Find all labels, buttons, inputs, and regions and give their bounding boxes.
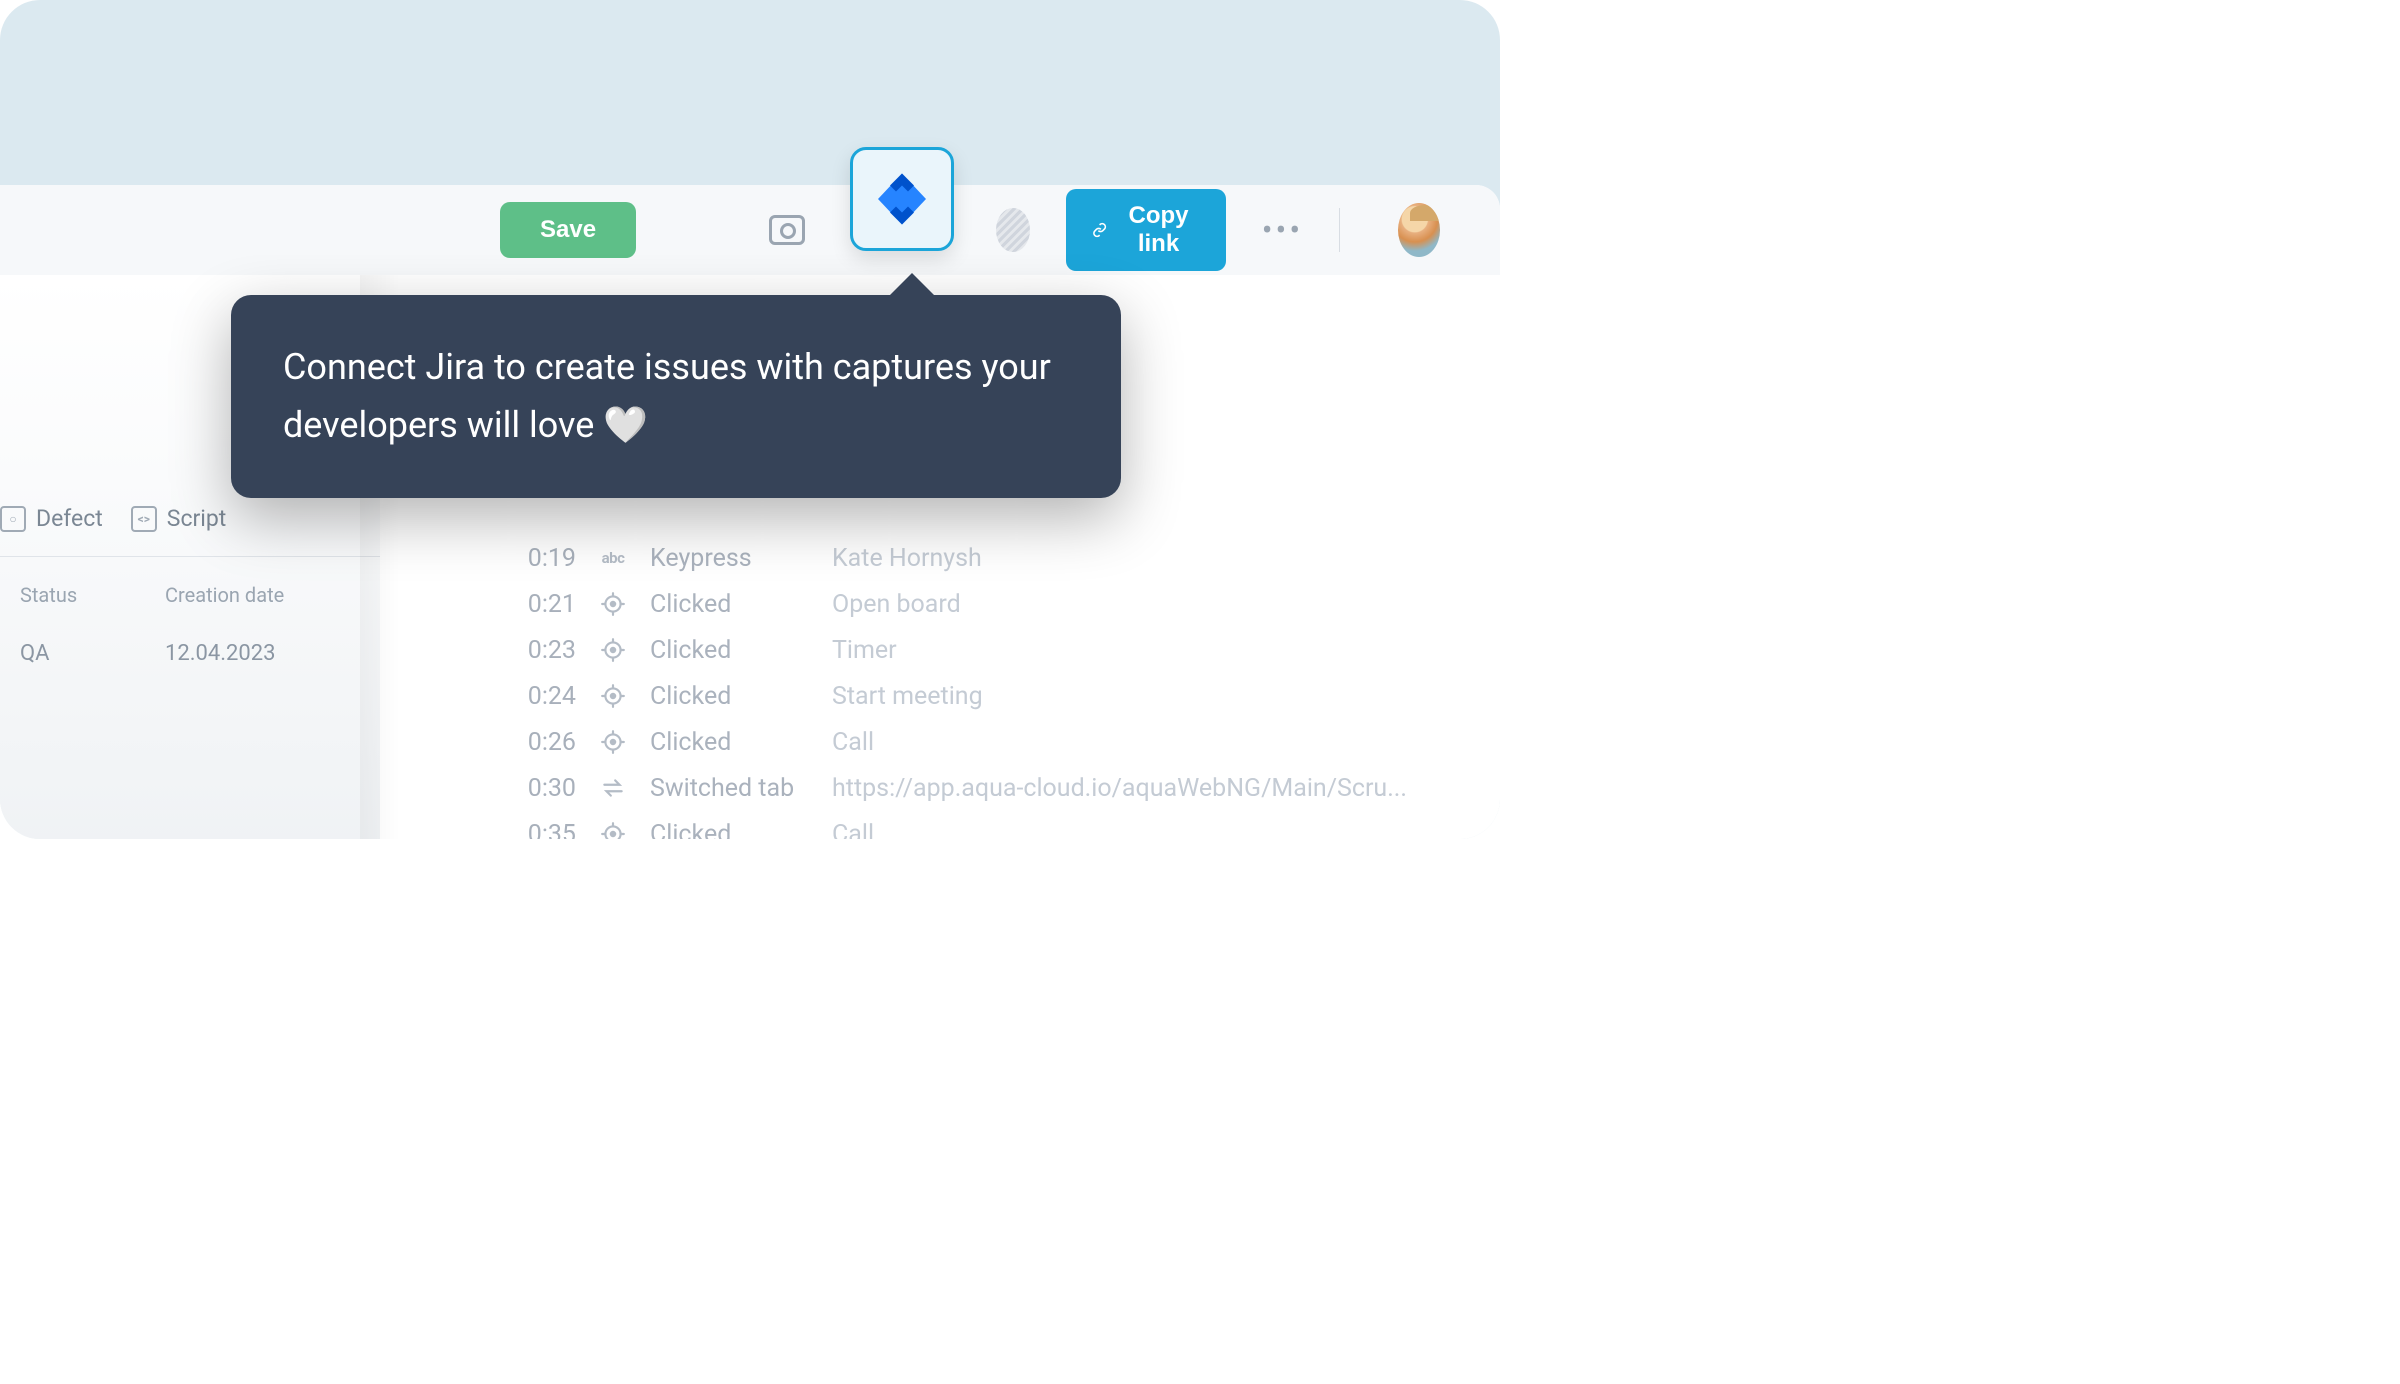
copy-link-button[interactable]: Copy link	[1066, 189, 1226, 271]
toolbar-divider	[1339, 208, 1340, 252]
activity-type: Clicked	[650, 728, 810, 757]
activity-type: Keypress	[650, 544, 810, 573]
click-icon	[598, 681, 628, 711]
tab-script[interactable]: <> Script	[131, 505, 227, 532]
activity-time: 0:21	[520, 590, 576, 619]
activity-row[interactable]: 0:30 Switched tab https://app.aqua-cloud.i…	[520, 765, 1472, 811]
defect-icon: ○	[0, 506, 26, 532]
app-window: Save Copy link •••	[0, 185, 1500, 839]
linear-button[interactable]	[996, 208, 1030, 252]
click-icon	[598, 635, 628, 665]
abc-icon: abc	[598, 543, 628, 573]
activity-row[interactable]: 0:24 Clicked Start meeting	[520, 673, 1472, 719]
tab-label: Defect	[36, 505, 103, 532]
jira-button[interactable]	[850, 147, 954, 251]
switch-icon	[598, 773, 628, 803]
link-icon	[1092, 220, 1107, 240]
tooltip-text: Connect Jira to create issues with captu…	[283, 346, 1051, 446]
activity-time: 0:30	[520, 774, 576, 803]
col-creation-date: Creation date	[165, 583, 310, 607]
activity-detail: Open board	[832, 590, 1472, 619]
activity-row[interactable]: 0:26 Clicked Call	[520, 719, 1472, 765]
activity-row[interactable]: 0:19 abc Keypress Kate Hornysh	[520, 535, 1472, 581]
jira-tooltip: Connect Jira to create issues with captu…	[231, 295, 1121, 498]
activity-detail: Call	[832, 820, 1472, 840]
avatar[interactable]	[1398, 203, 1440, 257]
date-cell: 12.04.2023	[165, 641, 310, 666]
outer-frame: Save Copy link •••	[0, 0, 1500, 839]
sidebar-column-headers: Status Creation date	[0, 557, 380, 627]
save-button[interactable]: Save	[500, 202, 636, 258]
more-button[interactable]: •••	[1262, 211, 1303, 249]
tab-label: Script	[167, 505, 227, 532]
activity-time: 0:19	[520, 544, 576, 573]
activity-row[interactable]: 0:35 Clicked Call	[520, 811, 1472, 839]
activity-type: Clicked	[650, 590, 810, 619]
activity-time: 0:26	[520, 728, 576, 757]
activity-detail: Timer	[832, 636, 1472, 665]
tab-defect[interactable]: ○ Defect	[0, 505, 103, 532]
activity-time: 0:35	[520, 820, 576, 840]
heart-icon: 🤍	[603, 404, 648, 446]
click-icon	[598, 727, 628, 757]
activity-detail: Kate Hornysh	[832, 544, 1472, 573]
click-icon	[598, 589, 628, 619]
copy-link-label: Copy link	[1117, 202, 1199, 258]
activity-type: Clicked	[650, 820, 810, 840]
click-icon	[598, 819, 628, 839]
toolbar: Save Copy link •••	[0, 185, 1500, 275]
activity-detail: Call	[832, 728, 1472, 757]
activity-row[interactable]: 0:23 Clicked Timer	[520, 627, 1472, 673]
activity-detail: Start meeting	[832, 682, 1472, 711]
activity-type: Clicked	[650, 682, 810, 711]
camera-icon	[769, 215, 805, 245]
status-cell: QA	[20, 641, 165, 666]
activity-row[interactable]: 0:21 Clicked Open board	[520, 581, 1472, 627]
jira-icon	[872, 169, 932, 229]
activity-time: 0:23	[520, 636, 576, 665]
col-status: Status	[20, 583, 165, 607]
activity-time: 0:24	[520, 682, 576, 711]
activity-type: Clicked	[650, 636, 810, 665]
activity-type: Switched tab	[650, 774, 810, 803]
script-icon: <>	[131, 506, 157, 532]
table-row[interactable]: QA 12.04.2023	[0, 627, 380, 680]
camera-button[interactable]	[766, 203, 808, 257]
activity-detail: https://app.aqua-cloud.io/aquaWebNG/Main…	[832, 774, 1472, 803]
